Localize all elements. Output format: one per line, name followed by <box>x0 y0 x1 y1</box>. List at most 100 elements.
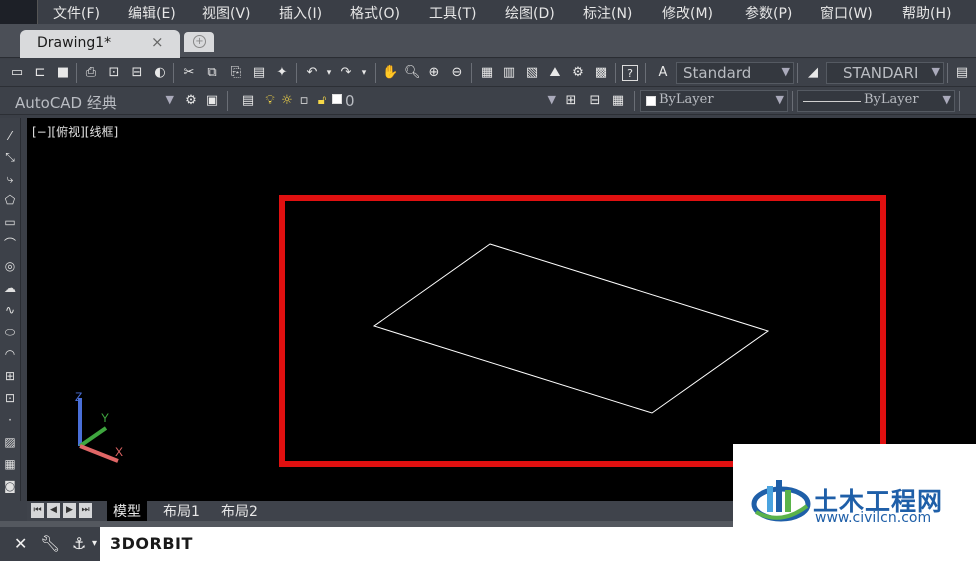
undo-icon[interactable]: ↶ <box>304 65 320 81</box>
region-icon[interactable]: ◙ <box>2 478 18 494</box>
zoom-previous-icon[interactable]: ⊖ <box>449 65 465 81</box>
sheet-set-icon[interactable]: ⛰ <box>547 65 563 81</box>
lightbulb-icon[interactable]: 💡︎ <box>262 93 278 109</box>
table-style-icon[interactable]: ▤ <box>954 65 970 81</box>
layer-manager-icon[interactable]: ▤ <box>240 93 256 109</box>
design-center-icon[interactable]: ▥ <box>501 65 517 81</box>
menu-window[interactable]: 窗口(W) <box>820 3 873 23</box>
ellipse-arc-icon[interactable]: ◠ <box>2 346 18 362</box>
menu-draw[interactable]: 绘图(D) <box>505 3 555 23</box>
revision-cloud-icon[interactable]: ☁ <box>2 280 18 296</box>
tab-layout1[interactable]: 布局1 <box>163 501 200 521</box>
viewport-freeze-icon[interactable]: ▫ <box>296 93 312 109</box>
line-icon[interactable]: ⁄ <box>2 128 18 144</box>
menu-dimension[interactable]: 标注(N) <box>583 3 632 23</box>
tab-drawing1[interactable]: Drawing1* × <box>20 30 180 58</box>
circle-icon[interactable]: ◎ <box>2 258 18 274</box>
help-icon[interactable]: ? <box>622 65 638 81</box>
chevron-down-icon[interactable]: ▾ <box>356 65 372 81</box>
save-icon[interactable]: ■ <box>55 65 71 81</box>
open-icon[interactable]: ⊏ <box>32 65 48 81</box>
menu-parametric[interactable]: 参数(P) <box>745 3 792 23</box>
chevron-down-icon[interactable]: ▾ <box>92 538 97 549</box>
orbit-icon[interactable]: ⚓︎ <box>72 534 86 553</box>
ucs-x-label: X <box>115 445 123 459</box>
layer-states-icon[interactable]: ▦ <box>610 93 626 109</box>
redo-icon[interactable]: ↷ <box>338 65 354 81</box>
menu-insert[interactable]: 插入(I) <box>279 3 322 23</box>
watermark-url: www.civilcn.com <box>815 510 932 526</box>
workspace-select[interactable]: AutoCAD 经典 ▼ <box>8 90 178 112</box>
application-button[interactable] <box>0 0 38 24</box>
tab-layout2[interactable]: 布局2 <box>221 501 258 521</box>
menu-tools[interactable]: 工具(T) <box>429 3 476 23</box>
hatch-icon[interactable]: ▨ <box>2 434 18 450</box>
gear-icon[interactable]: ⚙ <box>183 93 199 109</box>
layer-select[interactable]: 0 ▼ <box>342 90 560 112</box>
plot-icon[interactable]: ⎙ <box>83 65 99 81</box>
ucs-y-label: Y <box>101 411 109 425</box>
rectangle-object[interactable] <box>372 243 770 414</box>
lock-icon[interactable]: 🔓︎ <box>314 93 330 109</box>
rectangle-icon[interactable]: ▭ <box>2 214 18 230</box>
separator <box>296 63 297 83</box>
menu-file[interactable]: 文件(F) <box>53 3 100 23</box>
dim-style-icon[interactable]: ◢ <box>805 65 821 81</box>
linetype-select[interactable]: ByLayer ▼ <box>797 90 955 112</box>
close-icon[interactable]: × <box>151 33 164 51</box>
tab-model[interactable]: 模型 <box>107 501 147 521</box>
chevron-down-icon[interactable]: ▾ <box>321 65 337 81</box>
copy-icon[interactable]: ⧉ <box>204 65 220 81</box>
construction-line-icon[interactable]: ⤡ <box>2 149 18 165</box>
menu-format[interactable]: 格式(O) <box>350 3 400 23</box>
color-select[interactable]: ByLayer ▼ <box>640 90 788 112</box>
calculator-icon[interactable]: ▩ <box>593 65 609 81</box>
make-current-layer-icon[interactable]: ⊞ <box>563 93 579 109</box>
markup-icon[interactable]: ⚙ <box>570 65 586 81</box>
match-properties-icon[interactable]: ▤ <box>251 65 267 81</box>
tool-palettes-icon[interactable]: ▧ <box>524 65 540 81</box>
autocad-window: 文件(F) 编辑(E) 视图(V) 插入(I) 格式(O) 工具(T) 绘图(D… <box>0 0 976 561</box>
dim-style-select[interactable]: STANDARI ▼ <box>826 62 944 84</box>
text-style-select[interactable]: Standard ▼ <box>676 62 794 84</box>
new-tab-button[interactable]: + <box>184 32 214 52</box>
wrench-icon[interactable]: 🔧︎ <box>40 534 60 553</box>
menu-edit[interactable]: 编辑(E) <box>128 3 176 23</box>
command-input[interactable]: 3DORBIT <box>110 534 193 553</box>
sun-icon[interactable]: ☼ <box>279 93 295 109</box>
gradient-icon[interactable]: ▦ <box>2 456 18 472</box>
first-layout-icon[interactable]: ⏮ <box>31 503 44 518</box>
new-icon[interactable]: ▭ <box>9 65 25 81</box>
previous-layout-icon[interactable]: ◀ <box>47 503 60 518</box>
next-layout-icon[interactable]: ▶ <box>63 503 76 518</box>
menu-help[interactable]: 帮助(H) <box>902 3 951 23</box>
polyline-icon[interactable]: ⤷ <box>2 171 18 187</box>
cut-icon[interactable]: ✂ <box>181 65 197 81</box>
ucs-y-axis <box>78 426 108 448</box>
insert-block-icon[interactable]: ⊞ <box>2 368 18 384</box>
menu-bar: 文件(F) 编辑(E) 视图(V) 插入(I) 格式(O) 工具(T) 绘图(D… <box>0 0 976 24</box>
arc-icon[interactable]: ⌒ <box>2 236 18 252</box>
ellipse-icon[interactable]: ⬭ <box>2 324 18 340</box>
3d-print-icon[interactable]: ◐ <box>152 65 168 81</box>
text-style-icon[interactable]: A <box>655 65 671 81</box>
make-block-icon[interactable]: ⊡ <box>2 390 18 406</box>
last-layout-icon[interactable]: ⏭ <box>79 503 92 518</box>
properties-icon[interactable]: ▦ <box>479 65 495 81</box>
publish-icon[interactable]: ⊟ <box>129 65 145 81</box>
menu-view[interactable]: 视图(V) <box>202 3 251 23</box>
zoom-realtime-icon[interactable]: 🔍︎ <box>404 65 421 81</box>
pan-icon[interactable]: ✋ <box>382 65 398 81</box>
point-icon[interactable]: · <box>2 412 18 428</box>
spline-icon[interactable]: ∿ <box>2 302 18 318</box>
close-icon[interactable]: ✕ <box>14 534 27 553</box>
paste-icon[interactable]: ⎘ <box>228 65 244 81</box>
menu-modify[interactable]: 修改(M) <box>662 3 713 23</box>
layer-previous-icon[interactable]: ⊟ <box>587 93 603 109</box>
polygon-icon[interactable]: ⬠ <box>2 192 18 208</box>
separator <box>375 63 376 83</box>
block-editor-icon[interactable]: ✦ <box>274 65 290 81</box>
zoom-window-icon[interactable]: ⊕ <box>426 65 442 81</box>
workspace-toggle-icon[interactable]: ▣ <box>204 93 220 109</box>
plot-preview-icon[interactable]: ⊡ <box>106 65 122 81</box>
